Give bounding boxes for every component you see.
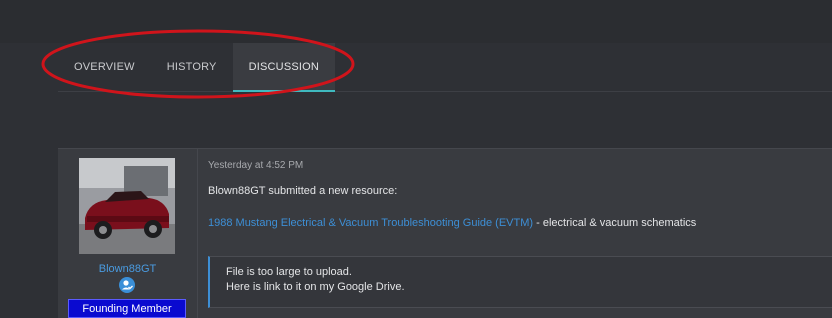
quote-line-2: Here is link to it on my Google Drive. bbox=[226, 281, 405, 293]
tab-discussion[interactable]: DISCUSSION bbox=[232, 43, 336, 92]
resource-link[interactable]: 1988 Mustang Electrical & Vacuum Trouble… bbox=[208, 217, 533, 229]
user-title-banner: Founding Member bbox=[68, 299, 186, 318]
car-photo bbox=[79, 158, 175, 254]
tab-history[interactable]: HISTORY bbox=[151, 43, 233, 91]
post-timestamp[interactable]: Yesterday at 4:52 PM bbox=[208, 160, 303, 171]
post-body: Yesterday at 4:52 PM Blown88GT submitted… bbox=[198, 149, 832, 318]
quote-line-1: File is too large to upload. bbox=[226, 266, 352, 278]
tab-overview[interactable]: OVERVIEW bbox=[58, 43, 151, 91]
avatar[interactable] bbox=[79, 158, 175, 254]
post-user-column: Blown88GT Founding Member bbox=[58, 149, 198, 318]
resource-suffix: - electrical & vacuum schematics bbox=[533, 217, 697, 229]
top-bar bbox=[0, 0, 832, 43]
resource-tabs: OVERVIEW HISTORY DISCUSSION bbox=[58, 43, 832, 92]
resource-line: 1988 Mustang Electrical & Vacuum Trouble… bbox=[208, 217, 696, 229]
username-link[interactable]: Blown88GT bbox=[58, 263, 197, 275]
post-message: Blown88GT Founding Member Yesterday at 4… bbox=[58, 148, 832, 318]
post-intro: Blown88GT submitted a new resource: bbox=[208, 185, 398, 197]
user-check-icon bbox=[119, 277, 135, 293]
quote-block: File is too large to upload. Here is lin… bbox=[208, 256, 832, 308]
